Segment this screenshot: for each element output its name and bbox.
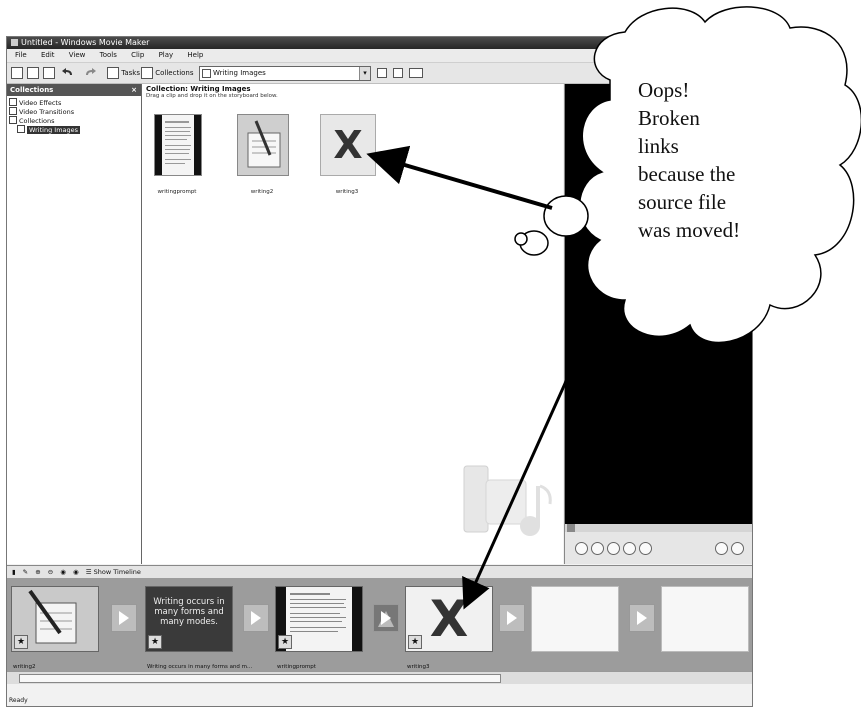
callout-line: was moved! xyxy=(638,218,741,242)
callout-line: links xyxy=(638,134,679,158)
callout-line: Oops! xyxy=(638,78,690,102)
arrow-to-collection-clip xyxy=(366,145,553,210)
thought-bubble-large xyxy=(543,195,589,237)
arrow-to-storyboard-clip xyxy=(462,367,574,610)
callout-line: Broken xyxy=(638,106,700,130)
callout-line: because the xyxy=(638,162,736,186)
callout-text: Oops! Broken links because the source fi… xyxy=(638,76,808,244)
callout-line: source file xyxy=(638,190,727,214)
thought-bubble-small xyxy=(514,232,528,246)
